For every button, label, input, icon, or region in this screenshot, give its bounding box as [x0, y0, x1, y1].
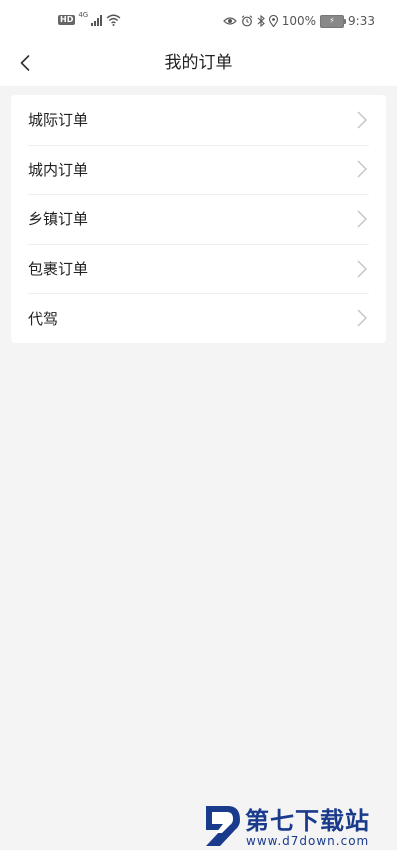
status-bar: HD 4G 100% ⚡ 9:33	[0, 0, 397, 44]
watermark-title: 第七下载站	[245, 807, 370, 835]
order-menu: 城际订单 城内订单 乡镇订单 包裹订单 代驾	[11, 95, 386, 343]
hd-badge: HD	[58, 15, 76, 25]
battery-percent: 100%	[281, 14, 317, 28]
eye-icon	[222, 16, 237, 26]
network-type: 4G	[78, 11, 89, 19]
chevron-right-icon	[356, 111, 368, 129]
alarm-icon	[241, 15, 253, 27]
status-right-group: 100% ⚡ 9:33	[222, 14, 375, 28]
bluetooth-icon	[257, 15, 265, 27]
menu-item-designated-driver[interactable]: 代驾	[11, 293, 386, 343]
menu-item-label: 代驾	[28, 309, 59, 328]
page-title: 我的订单	[164, 53, 233, 73]
wifi-icon	[106, 14, 121, 26]
chevron-right-icon	[356, 260, 368, 278]
menu-item-label: 乡镇订单	[28, 210, 89, 229]
menu-item-intercity-orders[interactable]: 城际订单	[11, 95, 386, 145]
menu-item-intracity-orders[interactable]: 城内订单	[11, 144, 386, 195]
chevron-right-icon	[356, 210, 368, 228]
menu-item-label: 城际订单	[28, 111, 89, 130]
watermark-url: www.d7down.com	[246, 834, 370, 848]
menu-item-township-orders[interactable]: 乡镇订单	[11, 194, 386, 244]
location-icon	[268, 15, 278, 27]
menu-item-package-orders[interactable]: 包裹订单	[11, 243, 386, 294]
watermark: 第七下载站 www.d7down.com	[200, 800, 394, 850]
nav-bar: 我的订单	[0, 44, 397, 86]
signal-icon	[91, 14, 103, 26]
chevron-right-icon	[356, 309, 368, 327]
menu-item-label: 包裹订单	[28, 260, 89, 279]
chevron-right-icon	[356, 160, 368, 178]
clock-time: 9:33	[348, 14, 375, 28]
status-left-group: HD 4G	[58, 11, 121, 26]
menu-item-label: 城内订单	[28, 160, 89, 179]
d7-logo-icon	[206, 806, 240, 846]
battery-icon: ⚡	[320, 14, 347, 28]
